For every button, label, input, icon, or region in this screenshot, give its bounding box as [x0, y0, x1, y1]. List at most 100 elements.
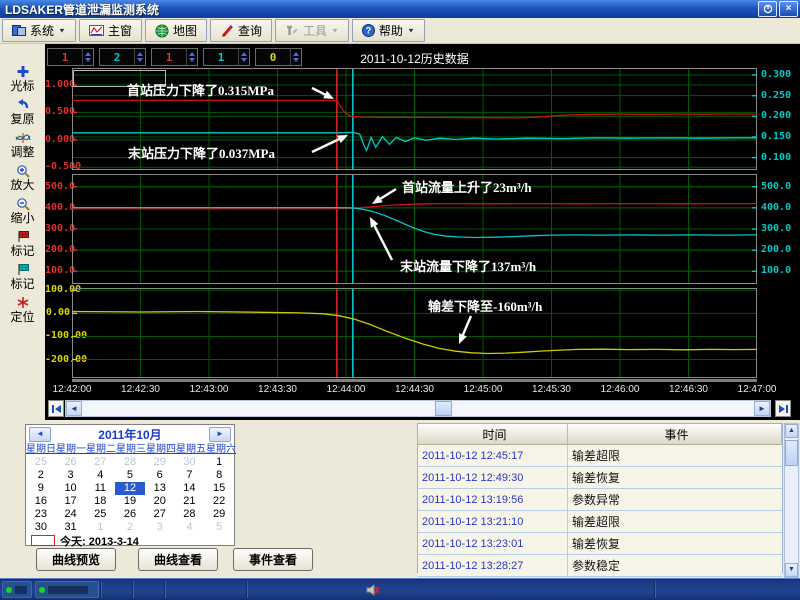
event-table-row[interactable]: 2011-10-12 13:23:01 输差恢复	[418, 533, 782, 555]
calendar-day[interactable]: 11	[85, 482, 115, 495]
muted-speaker-icon[interactable]	[366, 583, 380, 600]
event-table-body: 2011-10-12 12:45:17 输差超限 2011-10-12 12:49:…	[418, 445, 782, 577]
sidebar-tool-7[interactable]: 标记	[0, 262, 45, 291]
jump-start-button[interactable]	[48, 400, 64, 417]
scrollbar-thumb[interactable]	[435, 401, 452, 416]
scroll-left-button[interactable]: ◄	[66, 401, 82, 416]
calendar-day[interactable]: 3	[56, 469, 86, 482]
flow-difference-chart-canvas[interactable]: 输差下降至-160m³/h	[72, 288, 757, 378]
y-axis-tick-left: 500.0	[45, 180, 76, 192]
calendar-day[interactable]: 5	[204, 521, 234, 534]
menu-button-label: 系统	[30, 24, 55, 38]
jump-end-button[interactable]	[775, 400, 791, 417]
minimize-button[interactable]	[758, 1, 777, 17]
calendar-day[interactable]: 13	[145, 482, 175, 495]
calendar-prev-button[interactable]: ◄	[29, 427, 51, 442]
event-scrollbar-thumb[interactable]	[785, 440, 798, 466]
calendar-day[interactable]: 29	[204, 508, 234, 521]
calendar-day[interactable]: 27	[85, 456, 115, 469]
chart-annotation: 输差下降至-160m³/h	[428, 299, 543, 314]
y-axis-tick-left: -100.00	[45, 330, 88, 342]
event-table-row[interactable]: 2011-10-12 12:49:30 输差恢复	[418, 467, 782, 489]
calendar-day[interactable]: 5	[115, 469, 145, 482]
taskbar-item-2[interactable]	[35, 581, 99, 598]
calendar-day[interactable]: 10	[56, 482, 86, 495]
calendar-day[interactable]: 26	[115, 508, 145, 521]
calendar-day[interactable]: 30	[26, 521, 56, 534]
calendar-day[interactable]: 28	[175, 508, 205, 521]
menu-button-4[interactable]: 查询	[209, 19, 272, 42]
calendar-day[interactable]: 18	[85, 495, 115, 508]
sidebar-tool-4[interactable]: 放大	[0, 163, 45, 192]
calendar-day[interactable]: 4	[85, 469, 115, 482]
scroll-right-button[interactable]: ►	[754, 401, 770, 416]
calendar-day[interactable]: 26	[56, 456, 86, 469]
menu-button-1[interactable]: 系统 ▼	[2, 19, 76, 42]
horizontal-scrollbar[interactable]: ◄ ►	[65, 400, 771, 417]
calendar-day[interactable]: 25	[26, 456, 56, 469]
action-button-2[interactable]: 曲线查看	[138, 548, 218, 571]
event-table-row[interactable]: 2011-10-12 12:45:17 输差超限	[418, 445, 782, 467]
calendar-day[interactable]: 24	[56, 508, 86, 521]
chart-annotation: 末站压力下降了0.037MPa	[127, 146, 275, 161]
event-table-row[interactable]: 2011-10-12 13:21:10 输差超限	[418, 511, 782, 533]
calendar-day[interactable]: 14	[175, 482, 205, 495]
sidebar-tool-1[interactable]: 光标	[0, 64, 45, 93]
menu-button-label: 主窗	[107, 24, 132, 38]
close-button[interactable]: ×	[779, 1, 798, 17]
chevron-down-icon: ▼	[331, 26, 339, 35]
calendar-day[interactable]: 21	[175, 495, 205, 508]
calendar-day[interactable]: 9	[26, 482, 56, 495]
flow-chart-canvas[interactable]: 首站流量上升了23m³/h 末站流量下降了137m³/h	[72, 174, 757, 284]
calendar-day[interactable]: 28	[115, 456, 145, 469]
action-button-1[interactable]: 曲线预览	[36, 548, 116, 571]
menu-button-6[interactable]: ? 帮助 ▼	[351, 19, 425, 42]
calendar-day[interactable]: 7	[175, 469, 205, 482]
taskbar-separator	[654, 581, 656, 598]
calendar-day[interactable]: 4	[175, 521, 205, 534]
column-header-event[interactable]: 事件	[568, 424, 782, 444]
calendar-day[interactable]: 27	[145, 508, 175, 521]
sidebar-tool-8[interactable]: 定位	[0, 295, 45, 324]
sidebar-tool-2[interactable]: 复原	[0, 97, 45, 126]
jump-end-icon	[778, 404, 788, 413]
calendar-day-selected[interactable]: 12	[115, 482, 145, 495]
column-header-time[interactable]: 时间	[418, 424, 568, 444]
calendar-day[interactable]: 20	[145, 495, 175, 508]
sidebar-tool-3[interactable]: 调整	[0, 130, 45, 159]
menu-button-3[interactable]: 地图	[144, 19, 207, 42]
x-axis-label: 12:43:00	[189, 384, 229, 395]
calendar-day[interactable]: 15	[204, 482, 234, 495]
calendar-day[interactable]: 25	[85, 508, 115, 521]
event-table-scrollbar[interactable]: ▲ ▼	[784, 423, 799, 578]
calendar-next-button[interactable]: ►	[209, 427, 231, 442]
calendar-day[interactable]: 19	[115, 495, 145, 508]
sidebar-tool-6[interactable]: 标记	[0, 229, 45, 258]
calendar-day[interactable]: 3	[145, 521, 175, 534]
menu-button-5[interactable]: 工具 ▼	[274, 19, 349, 42]
calendar-day[interactable]: 22	[204, 495, 234, 508]
calendar-day[interactable]: 16	[26, 495, 56, 508]
pressure-chart-canvas[interactable]: 首站压力下降了0.315MPa 末站压力下降了0.037MPa	[72, 68, 757, 170]
bottom-panel: ◄ 2011年10月 ► 星期日 星期一 星期二 星期三 星期四 星期五 星期六 25 26 2…	[0, 420, 800, 578]
sidebar-tool-label: 光标	[10, 79, 35, 93]
menu-button-2[interactable]: 主窗	[78, 19, 142, 42]
calendar-day[interactable]: 17	[56, 495, 86, 508]
scroll-up-button[interactable]: ▲	[785, 424, 798, 438]
calendar-day[interactable]: 23	[26, 508, 56, 521]
taskbar-item-1[interactable]	[2, 581, 32, 598]
sidebar-tool-label: 复原	[10, 112, 35, 126]
scroll-down-button[interactable]: ▼	[785, 563, 798, 577]
calendar-day[interactable]: 8	[204, 469, 234, 482]
today-label[interactable]: 今天: 2013-3-14	[60, 533, 139, 549]
calendar-day[interactable]: 30	[175, 456, 205, 469]
calendar-day[interactable]: 2	[26, 469, 56, 482]
map-globe-icon	[155, 24, 169, 38]
event-table-row[interactable]: 2011-10-12 13:19:56 参数异常	[418, 489, 782, 511]
sidebar-tool-5[interactable]: 缩小	[0, 196, 45, 225]
calendar-day[interactable]: 1	[204, 456, 234, 469]
calendar-day[interactable]: 29	[145, 456, 175, 469]
event-table-row[interactable]: 2011-10-12 13:28:27 参数稳定	[418, 555, 782, 577]
action-button-3[interactable]: 事件查看	[233, 548, 313, 571]
calendar-day[interactable]: 6	[145, 469, 175, 482]
